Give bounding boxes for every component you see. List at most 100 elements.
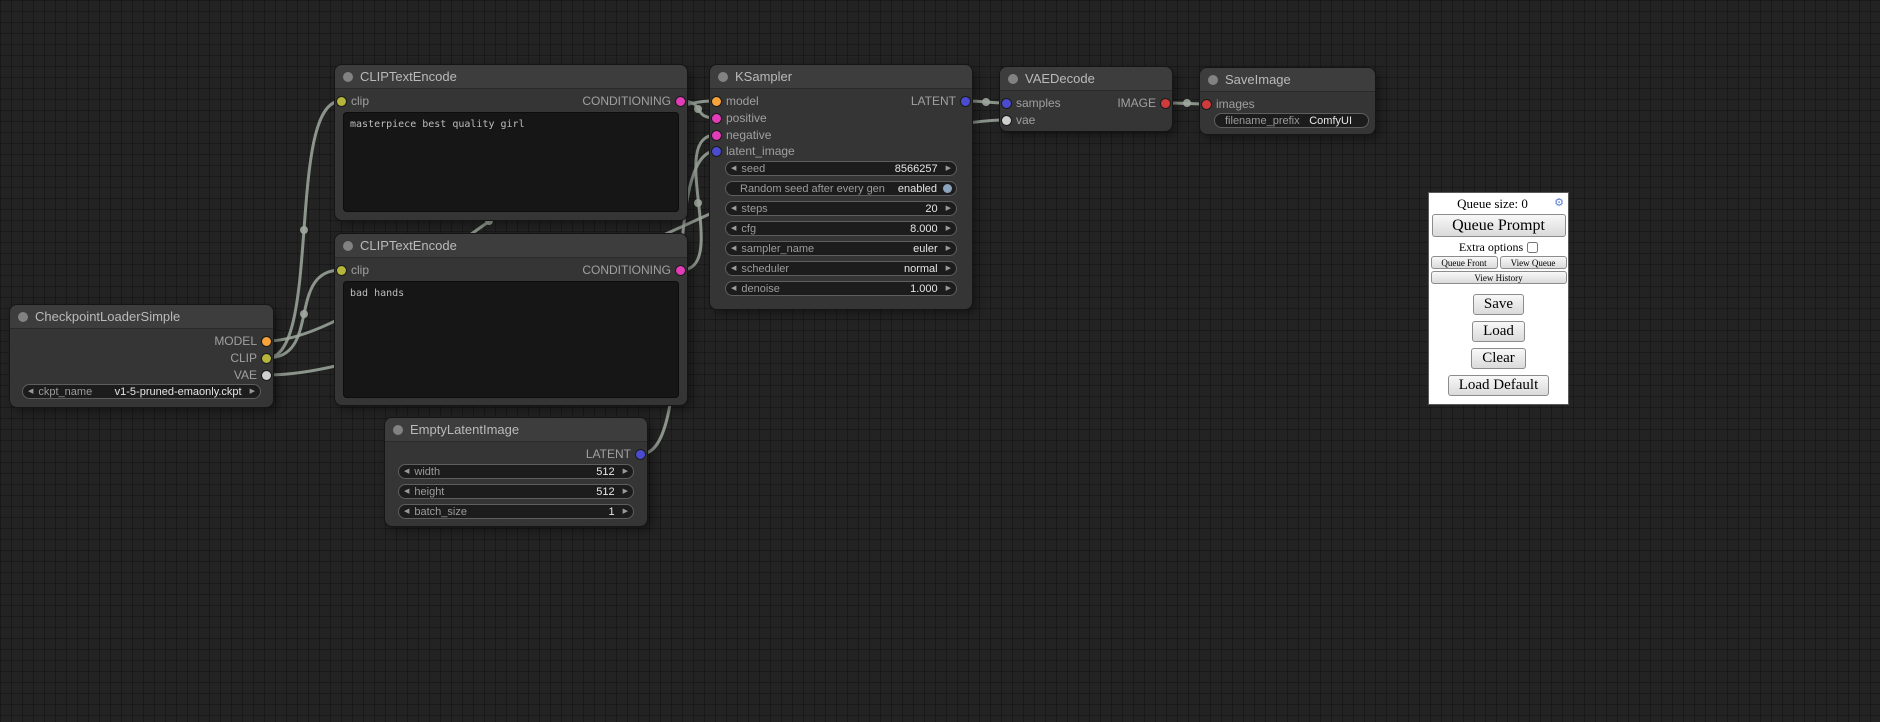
output-dot-conditioning[interactable]	[676, 97, 685, 106]
widget-value: 1	[608, 506, 617, 518]
node-title-bar[interactable]: VAEDecode	[1000, 67, 1172, 91]
widget-denoise[interactable]: ◀ denoise 1.000 ▶	[725, 281, 957, 296]
next-value-icon[interactable]: ▶	[245, 385, 260, 398]
widget-label: scheduler	[741, 263, 789, 275]
prompt-textarea[interactable]: bad hands	[343, 281, 679, 398]
collapse-dot-icon[interactable]	[343, 241, 353, 251]
node-title-bar[interactable]: CheckpointLoaderSimple	[10, 305, 273, 329]
output-dot-conditioning[interactable]	[676, 266, 685, 275]
output-slot-latent: LATENT	[385, 446, 647, 463]
collapse-dot-icon[interactable]	[1008, 74, 1018, 84]
queue-front-button[interactable]: Queue Front	[1431, 256, 1498, 269]
widget-value: 8566257	[895, 163, 941, 175]
widget-width[interactable]: ◀ width 512 ▶	[398, 464, 634, 479]
collapse-dot-icon[interactable]	[718, 72, 728, 82]
widget-batch-size[interactable]: ◀ batch_size 1 ▶	[398, 504, 634, 519]
input-dot-negative[interactable]	[712, 131, 721, 140]
input-dot-vae[interactable]	[1002, 116, 1011, 125]
collapse-dot-icon[interactable]	[393, 425, 403, 435]
node-vaedecode[interactable]: VAEDecode samples IMAGE vae	[1000, 67, 1172, 131]
node-emptylatentimage[interactable]: EmptyLatentImage LATENT ◀ width 512 ▶ ◀ …	[385, 418, 647, 526]
widget-label: denoise	[741, 283, 780, 295]
decrement-icon[interactable]: ◀	[399, 505, 414, 518]
widget-seed[interactable]: ◀ seed 8566257 ▶	[725, 161, 957, 176]
queue-prompt-button[interactable]: Queue Prompt	[1432, 214, 1566, 237]
load-default-button[interactable]: Load Default	[1448, 375, 1550, 396]
decrement-icon[interactable]: ◀	[399, 465, 414, 478]
output-dot-latent[interactable]	[636, 450, 645, 459]
increment-icon[interactable]: ▶	[618, 485, 633, 498]
input-dot-positive[interactable]	[712, 114, 721, 123]
input-dot-latent-image[interactable]	[712, 147, 721, 156]
prev-value-icon[interactable]: ◀	[23, 385, 38, 398]
clear-button[interactable]: Clear	[1471, 348, 1525, 369]
output-dot-vae[interactable]	[262, 371, 271, 380]
decrement-icon[interactable]: ◀	[726, 202, 741, 215]
prompt-textarea[interactable]: masterpiece best quality girl	[343, 112, 679, 212]
widget-sampler-name[interactable]: ◀ sampler_name euler ▶	[725, 241, 957, 256]
slot-label: vae	[1016, 113, 1035, 127]
node-ksampler[interactable]: KSampler model LATENT positive negative …	[710, 65, 972, 309]
widget-scheduler[interactable]: ◀ scheduler normal ▶	[725, 261, 957, 276]
increment-icon[interactable]: ▶	[618, 465, 633, 478]
increment-icon[interactable]: ▶	[941, 202, 956, 215]
prev-value-icon[interactable]: ◀	[726, 262, 741, 275]
node-title: KSampler	[735, 65, 792, 88]
node-title-bar[interactable]: SaveImage	[1200, 68, 1375, 92]
node-title: CLIPTextEncode	[360, 234, 457, 257]
widget-ckpt-name[interactable]: ◀ ckpt_name v1-5-pruned-emaonly.ckpt ▶	[22, 384, 261, 399]
next-value-icon[interactable]: ▶	[941, 242, 956, 255]
decrement-icon[interactable]: ◀	[726, 162, 741, 175]
decrement-icon[interactable]: ◀	[726, 222, 741, 235]
settings-gear-icon[interactable]: ⚙	[1554, 198, 1564, 209]
prev-value-icon[interactable]: ◀	[726, 242, 741, 255]
widget-steps[interactable]: ◀ steps 20 ▶	[725, 201, 957, 216]
node-title-bar[interactable]: CLIPTextEncode	[335, 65, 687, 89]
toggle-dot-icon[interactable]	[943, 184, 952, 193]
widget-value: 512	[596, 466, 617, 478]
link-midpoint-dot	[1183, 99, 1191, 107]
node-title-bar[interactable]: KSampler	[710, 65, 972, 89]
increment-icon[interactable]: ▶	[941, 282, 956, 295]
widget-value: 512	[596, 486, 617, 498]
widget-random-seed-toggle[interactable]: Random seed after every gen enabled	[725, 181, 957, 196]
decrement-icon[interactable]: ◀	[726, 282, 741, 295]
node-title-bar[interactable]: EmptyLatentImage	[385, 418, 647, 442]
node-title: CheckpointLoaderSimple	[35, 305, 180, 328]
node-cliptextencode-negative[interactable]: CLIPTextEncode clip CONDITIONING bad han…	[335, 234, 687, 405]
load-button[interactable]: Load	[1472, 321, 1525, 342]
decrement-icon[interactable]: ◀	[399, 485, 414, 498]
node-title-bar[interactable]: CLIPTextEncode	[335, 234, 687, 258]
view-queue-button[interactable]: View Queue	[1500, 256, 1567, 269]
increment-icon[interactable]: ▶	[941, 222, 956, 235]
slot-label: CLIP	[230, 351, 257, 365]
collapse-dot-icon[interactable]	[1208, 75, 1218, 85]
node-checkpointloadersimple[interactable]: CheckpointLoaderSimple MODEL CLIP VAE ◀ …	[10, 305, 273, 407]
widget-label: sampler_name	[741, 243, 814, 255]
node-cliptextencode-positive[interactable]: CLIPTextEncode clip CONDITIONING masterp…	[335, 65, 687, 220]
collapse-dot-icon[interactable]	[18, 312, 28, 322]
increment-icon[interactable]: ▶	[618, 505, 633, 518]
widget-label: seed	[741, 163, 765, 175]
input-dot-images[interactable]	[1202, 100, 1211, 109]
queue-buttons-row: Queue Front View Queue	[1431, 256, 1567, 269]
output-dot-image[interactable]	[1161, 99, 1170, 108]
extra-options-row: Extra options	[1459, 240, 1538, 254]
node-canvas[interactable]: CheckpointLoaderSimple MODEL CLIP VAE ◀ …	[0, 0, 1880, 722]
widget-value: 20	[925, 203, 940, 215]
output-dot-latent[interactable]	[961, 97, 970, 106]
extra-options-checkbox[interactable]	[1527, 242, 1538, 253]
widget-filename-prefix[interactable]: filename_prefix ComfyUI	[1214, 113, 1369, 128]
next-value-icon[interactable]: ▶	[941, 262, 956, 275]
slot-label: LATENT	[586, 447, 631, 461]
output-slot-model: MODEL	[10, 333, 273, 350]
collapse-dot-icon[interactable]	[343, 72, 353, 82]
save-button[interactable]: Save	[1473, 294, 1524, 315]
widget-height[interactable]: ◀ height 512 ▶	[398, 484, 634, 499]
output-dot-model[interactable]	[262, 337, 271, 346]
output-dot-clip[interactable]	[262, 354, 271, 363]
node-saveimage[interactable]: SaveImage images filename_prefix ComfyUI	[1200, 68, 1375, 134]
view-history-button[interactable]: View History	[1431, 271, 1567, 284]
increment-icon[interactable]: ▶	[941, 162, 956, 175]
widget-cfg[interactable]: ◀ cfg 8.000 ▶	[725, 221, 957, 236]
